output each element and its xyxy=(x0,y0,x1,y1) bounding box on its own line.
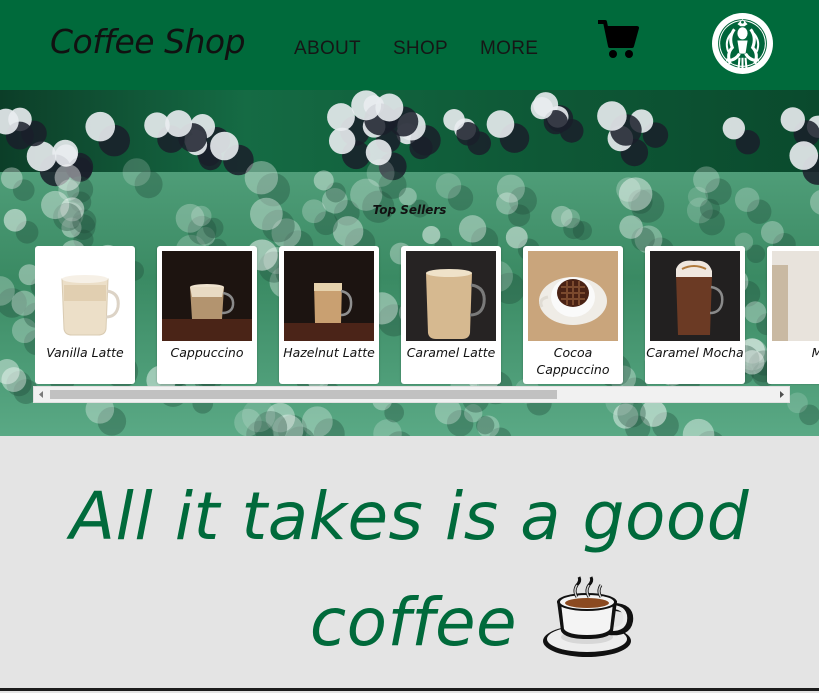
caramel-mocha-photo xyxy=(650,251,740,341)
product-name: M xyxy=(767,344,819,361)
product-card[interactable]: Cocoa Cappuccino xyxy=(523,246,623,384)
page-bottom-border xyxy=(0,688,819,691)
nav-shop[interactable]: SHOP xyxy=(393,38,448,60)
scrollbar-thumb[interactable] xyxy=(50,390,557,399)
hazelnut-latte-photo xyxy=(284,251,374,341)
product-name: Cocoa Cappuccino xyxy=(536,345,610,377)
tagline: All it takes is a good coffee xyxy=(0,464,819,676)
tagline-word: coffee xyxy=(309,584,518,661)
cocoa-cappuccino-photo xyxy=(528,251,618,341)
caramel-latte-photo xyxy=(406,251,496,341)
nav-about[interactable]: ABOUT xyxy=(294,38,361,60)
siren-logo[interactable] xyxy=(712,13,773,74)
product-name: Vanilla Latte xyxy=(46,345,124,360)
product-carousel[interactable]: Vanilla Latte Cappuccino Hazelnut Latte xyxy=(35,246,819,386)
top-sellers-heading: Top Sellers xyxy=(372,203,447,217)
brand-title[interactable]: Coffee Shop xyxy=(50,22,246,61)
partial-product-photo xyxy=(772,251,819,341)
hot-beverage-icon xyxy=(543,576,634,657)
cappuccino-photo xyxy=(162,251,252,341)
vanilla-latte-photo xyxy=(40,251,130,341)
site-header: Coffee Shop ABOUT SHOP MORE xyxy=(0,0,819,90)
product-card[interactable]: Vanilla Latte xyxy=(35,246,135,384)
product-card[interactable]: M xyxy=(767,246,819,384)
scroll-right-icon[interactable] xyxy=(775,387,789,402)
tagline-line-2: coffee xyxy=(180,570,639,676)
product-name: Caramel Mocha xyxy=(646,345,744,360)
product-card[interactable]: Cappuccino xyxy=(157,246,257,384)
product-card[interactable]: Caramel Mocha xyxy=(645,246,745,384)
scroll-left-icon[interactable] xyxy=(34,387,48,402)
product-name: Hazelnut Latte xyxy=(283,345,375,360)
carousel-scrollbar[interactable] xyxy=(33,386,790,403)
nav-more[interactable]: MORE xyxy=(480,38,538,60)
product-card[interactable]: Caramel Latte xyxy=(401,246,501,384)
product-name: Cappuccino xyxy=(170,345,244,360)
main-nav: ABOUT SHOP MORE xyxy=(294,38,570,60)
product-name: Caramel Latte xyxy=(406,345,496,360)
shopping-cart-icon[interactable] xyxy=(596,16,640,60)
hero-banner: Top Sellers Vanilla Latte Cappuccino Haz… xyxy=(0,90,819,436)
product-card[interactable]: Hazelnut Latte xyxy=(279,246,379,384)
tagline-line-1: All it takes is a good xyxy=(69,478,750,555)
